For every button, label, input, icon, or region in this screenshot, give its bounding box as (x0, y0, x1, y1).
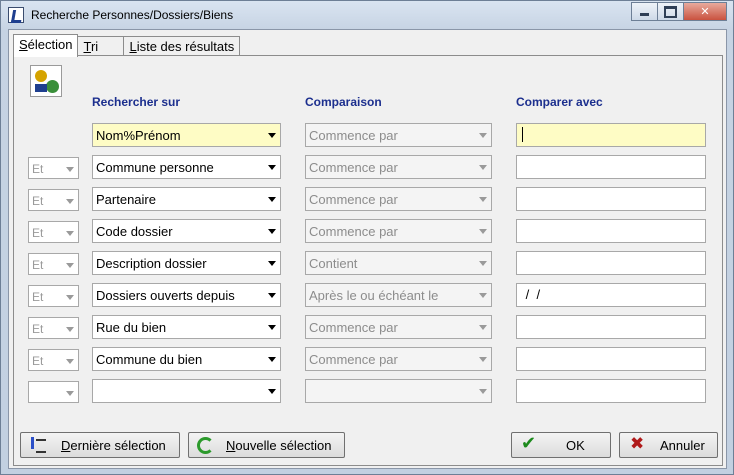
compare-value-input[interactable] (516, 379, 706, 403)
search-field-select[interactable]: Partenaire (92, 187, 281, 211)
tab-sort[interactable]: Tri (77, 36, 125, 57)
comparison-select[interactable]: Commence par (305, 347, 492, 371)
compare-value-input[interactable] (516, 315, 706, 339)
refresh-icon (197, 436, 214, 454)
compare-value-input[interactable]: / / (516, 283, 706, 307)
search-field-select[interactable]: Nom%Prénom (92, 123, 281, 147)
app-icon (8, 7, 24, 23)
search-field-select[interactable]: Rue du bien (92, 315, 281, 339)
comparison-select[interactable]: Commence par (305, 315, 492, 339)
compare-value-input[interactable] (516, 123, 706, 147)
tab-results-list[interactable]: Liste des résultats (123, 36, 241, 57)
logic-operator-select[interactable]: Et (28, 157, 79, 179)
list-icon (29, 436, 49, 454)
search-field-select[interactable]: Commune du bien (92, 347, 281, 371)
logic-operator-select[interactable]: Et (28, 221, 79, 243)
compare-value-input[interactable] (516, 219, 706, 243)
dialog-client: Sélection Tri Liste des résultats Recher… (8, 29, 727, 469)
comparison-select[interactable] (305, 379, 492, 403)
cross-icon (628, 434, 648, 454)
last-selection-button[interactable]: Dernière sélection (20, 432, 180, 458)
header-search-on: Rechercher sur (92, 95, 181, 109)
comparison-select[interactable]: Contient (305, 251, 492, 275)
header-compare-with: Comparer avec (516, 95, 603, 109)
logic-operator-select[interactable]: Et (28, 189, 79, 211)
logic-operator-select[interactable] (28, 381, 79, 403)
search-field-select[interactable]: Description dossier (92, 251, 281, 275)
comparison-select[interactable]: Commence par (305, 219, 492, 243)
new-selection-button[interactable]: Nouvelle sélection (188, 432, 345, 458)
compare-value-input[interactable] (516, 155, 706, 179)
comparison-select[interactable]: Commence par (305, 155, 492, 179)
compare-value-input[interactable] (516, 187, 706, 211)
logic-operator-select[interactable]: Et (28, 317, 79, 339)
search-wizard-icon[interactable] (30, 65, 62, 97)
comparison-select[interactable]: Après le ou échéant le (305, 283, 492, 307)
header-comparison: Comparaison (305, 95, 382, 109)
search-window: Recherche Personnes/Dossiers/Biens ✕ Sél… (0, 0, 734, 475)
checkmark-icon (520, 433, 540, 454)
logic-operator-select[interactable]: Et (28, 349, 79, 371)
search-field-select[interactable]: Commune personne (92, 155, 281, 179)
minimize-button[interactable] (631, 2, 658, 21)
compare-value-input[interactable] (516, 251, 706, 275)
tab-strip: Sélection Tri Liste des résultats (13, 34, 241, 57)
search-field-select[interactable] (92, 379, 281, 403)
ok-button[interactable]: OK (511, 432, 611, 458)
cancel-button[interactable]: Annuler (619, 432, 718, 458)
comparison-select[interactable]: Commence par (305, 187, 492, 211)
logic-operator-select[interactable]: Et (28, 285, 79, 307)
search-field-select[interactable]: Code dossier (92, 219, 281, 243)
window-title: Recherche Personnes/Dossiers/Biens (31, 8, 234, 22)
selection-panel: Rechercher sur Comparaison Comparer avec… (13, 55, 723, 466)
compare-value-input[interactable] (516, 347, 706, 371)
close-button[interactable]: ✕ (683, 2, 727, 21)
comparison-select[interactable]: Commence par (305, 123, 492, 147)
title-bar: Recherche Personnes/Dossiers/Biens ✕ (1, 1, 733, 29)
search-field-select[interactable]: Dossiers ouverts depuis (92, 283, 281, 307)
tab-selection[interactable]: Sélection (13, 34, 79, 57)
logic-operator-select[interactable]: Et (28, 253, 79, 275)
maximize-button[interactable] (657, 2, 684, 21)
